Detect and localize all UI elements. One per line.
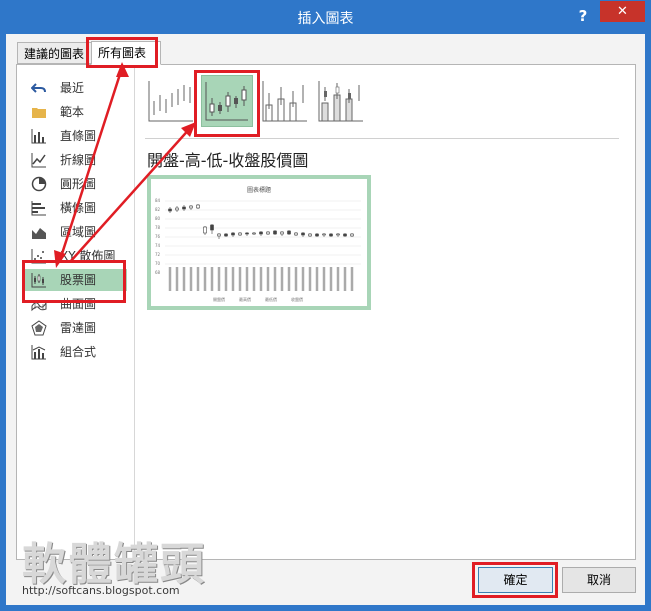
sidebar-item-bar[interactable]: 橫條圖 (23, 197, 127, 219)
y-tick: 70 (155, 261, 161, 266)
stock-subtype-vhlc[interactable] (259, 75, 311, 127)
tab-recommended-charts[interactable]: 建議的圖表 (17, 42, 94, 64)
sidebar-item-label: 區域圖 (60, 225, 97, 239)
folder-icon (32, 108, 46, 118)
y-tick: 76 (155, 234, 161, 239)
y-tick: 84 (155, 198, 161, 203)
chart-type-list: 最近 範本 直條圖 折線圖 圓形圖 橫條圖 區域圖 XY 散佈圖 股票圖 曲面圖… (17, 65, 135, 559)
sidebar-item-radar[interactable]: 雷達圖 (23, 317, 127, 339)
pie-chart-icon (31, 176, 47, 192)
legend-entry: 最高價 (239, 296, 251, 302)
y-tick: 74 (155, 243, 161, 248)
highlight-tab-box (86, 37, 158, 68)
legend-entry: 收盤價 (291, 296, 303, 302)
bar-chart-icon (31, 201, 46, 216)
title-bar[interactable]: 插入圖表 ? ✕ (0, 0, 651, 34)
sidebar-item-templates[interactable]: 範本 (23, 101, 127, 123)
dialog-body: 建議的圖表 所有圖表 最近 範本 直條圖 折線圖 圓形圖 橫條圖 區域圖 XY … (6, 34, 645, 605)
sidebar-item-label: 圓形圖 (60, 177, 97, 191)
sidebar-item-column[interactable]: 直條圖 (23, 125, 127, 147)
vhlc-thumbnail-icon (262, 81, 307, 122)
divider (145, 138, 619, 139)
combo-chart-icon (31, 345, 46, 360)
line-chart-icon (31, 153, 46, 168)
chart-subtype-title: 開盤-高-低-收盤股價圖 (147, 151, 309, 170)
vohlc-thumbnail-icon (318, 81, 363, 122)
sidebar-item-pie[interactable]: 圓形圖 (23, 173, 127, 195)
help-button[interactable]: ? (573, 6, 593, 26)
insert-chart-dialog: 插入圖表 ? ✕ 建議的圖表 所有圖表 最近 範本 直條圖 折線圖 圓形圖 橫條… (0, 0, 651, 611)
watermark-url: http://softcans.blogspot.com (22, 584, 180, 597)
y-tick: 80 (155, 216, 161, 221)
legend-entry: 開盤價 (213, 296, 225, 302)
chart-subtype-area: 開盤-高-低-收盤股價圖 圖表標題 84 82 80 78 76 74 72 7… (135, 65, 635, 559)
tab-panel: 最近 範本 直條圖 折線圖 圓形圖 橫條圖 區域圖 XY 散佈圖 股票圖 曲面圖… (16, 64, 636, 560)
sidebar-item-label: 橫條圖 (60, 201, 97, 215)
window-title: 插入圖表 (297, 11, 354, 27)
sidebar-item-label: 最近 (60, 81, 85, 95)
preview-gridlines (165, 200, 361, 265)
stock-subtype-hlc[interactable] (145, 75, 197, 127)
column-chart-icon (31, 129, 46, 144)
stock-subtype-vohlc[interactable] (315, 75, 367, 127)
radar-chart-icon (31, 320, 47, 336)
highlight-stock-item-box (22, 260, 126, 303)
highlight-ok-box (472, 562, 558, 598)
highlight-subtype-box (194, 70, 260, 137)
sidebar-item-label: 折線圖 (60, 153, 97, 167)
preview-stock-chart: 84 82 80 78 76 74 72 70 68 開盤價 最高價 最低價 收… (155, 198, 361, 302)
sidebar-item-line[interactable]: 折線圖 (23, 149, 127, 171)
y-tick: 72 (155, 252, 161, 257)
sidebar-item-label: 雷達圖 (60, 321, 97, 335)
cancel-button[interactable]: 取消 (562, 567, 636, 593)
sidebar-item-label: 直條圖 (60, 129, 97, 143)
chart-preview[interactable]: 圖表標題 84 82 80 78 76 74 72 70 68 開盤價 最高價 … (147, 175, 371, 310)
y-tick: 68 (155, 270, 161, 275)
sidebar-item-recent[interactable]: 最近 (23, 77, 127, 99)
watermark-logo: 軟體罐頭 (22, 539, 206, 590)
y-tick: 82 (155, 207, 161, 212)
preview-candles (168, 204, 354, 239)
legend-entry: 最低價 (265, 296, 277, 302)
sidebar-item-label: 組合式 (60, 345, 97, 359)
y-tick: 78 (155, 225, 161, 230)
sidebar-item-area[interactable]: 區域圖 (23, 221, 127, 243)
sidebar-item-combo[interactable]: 組合式 (23, 341, 127, 363)
area-chart-icon (32, 228, 46, 239)
sidebar-item-label: 範本 (60, 105, 85, 119)
close-button[interactable]: ✕ (600, 1, 645, 22)
preview-date-labels (168, 267, 354, 291)
hlc-thumbnail-icon (148, 81, 193, 122)
undo-icon (31, 83, 46, 93)
